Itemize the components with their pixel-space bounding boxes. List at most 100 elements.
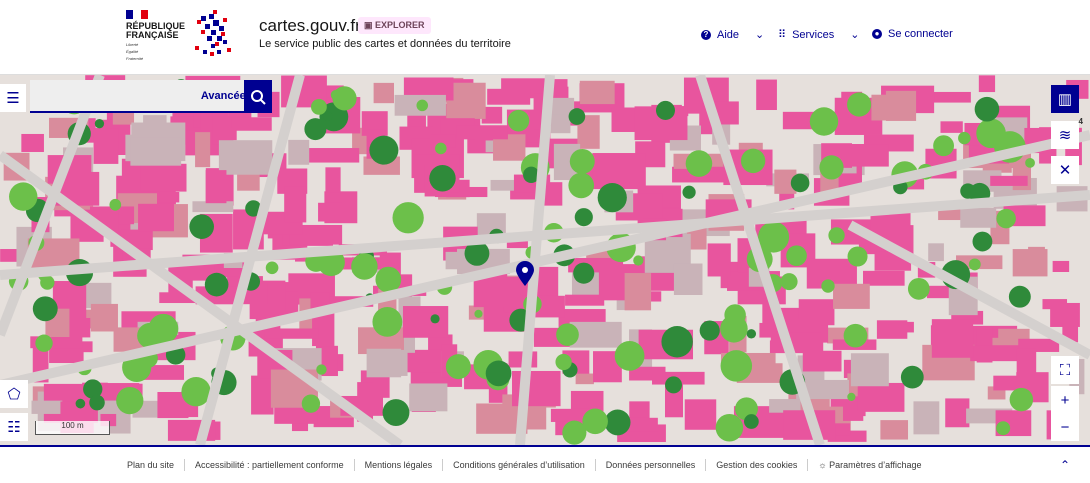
motto-1: Liberté xyxy=(126,42,139,47)
vegetation xyxy=(35,334,53,352)
vegetation xyxy=(189,214,214,239)
footer: Plan du site Accessibilité : partielleme… xyxy=(0,445,1090,483)
building-block xyxy=(205,170,227,204)
map-icon: ▥ xyxy=(1057,91,1073,108)
zoom-out-button[interactable]: − xyxy=(1051,413,1079,441)
zoom-in-button[interactable]: + xyxy=(1051,386,1079,414)
layers-button[interactable]: ≋ 4 xyxy=(1051,117,1083,149)
fullscreen-button[interactable]: ⛶ xyxy=(1051,356,1079,384)
vegetation xyxy=(685,150,713,177)
vegetation xyxy=(972,231,993,252)
list-add-icon: ☰ xyxy=(6,90,20,107)
vegetation xyxy=(974,96,1000,122)
republique-francaise-logo[interactable]: RÉPUBLIQUE FRANÇAISE Liberté Égalité Fra… xyxy=(126,10,186,61)
territories-button[interactable]: ⬠ xyxy=(0,380,28,408)
catalog-button[interactable]: ☰ xyxy=(0,84,26,112)
building-block xyxy=(990,175,1028,186)
vegetation xyxy=(573,262,595,284)
layers-icon: ≋ xyxy=(1058,127,1072,144)
vegetation xyxy=(351,253,378,280)
vegetation xyxy=(369,135,399,165)
vegetation xyxy=(699,320,720,341)
vegetation xyxy=(429,165,456,192)
building-block xyxy=(756,79,777,111)
explorer-badge: ▣ EXPLORER xyxy=(358,17,431,34)
building-block xyxy=(684,399,717,430)
nav-login[interactable]: ● Se connecter xyxy=(872,28,953,40)
search-icon xyxy=(251,89,266,105)
building-block xyxy=(970,345,1022,362)
footer-link-accessibility[interactable]: Accessibilité : partiellement conforme xyxy=(195,460,344,470)
building-block xyxy=(251,375,274,415)
vegetation xyxy=(968,258,981,271)
building-block xyxy=(31,400,63,414)
vegetation xyxy=(614,340,645,371)
footer-link-sitemap[interactable]: Plan du site xyxy=(127,460,174,470)
vegetation xyxy=(744,414,759,429)
building-block xyxy=(833,283,870,309)
nav-services[interactable]: ⠿ Services ⌄ xyxy=(778,28,860,42)
footer-link-privacy[interactable]: Données personnelles xyxy=(606,460,696,470)
vegetation xyxy=(900,365,924,389)
legend-icon: ☷ xyxy=(7,419,21,436)
vegetation xyxy=(569,148,595,174)
basemap-button[interactable]: ▥ xyxy=(1051,85,1079,113)
vegetation xyxy=(316,364,327,375)
footer-link-terms[interactable]: Conditions générales d’utilisation xyxy=(453,460,585,470)
motto-2: Égalité xyxy=(126,49,139,54)
map-canvas[interactable] xyxy=(0,75,1090,445)
vegetation xyxy=(485,360,512,387)
vegetation xyxy=(445,354,471,380)
building-block xyxy=(673,263,703,295)
vegetation xyxy=(996,208,1016,229)
building-block xyxy=(318,202,342,222)
location-pin-icon[interactable] xyxy=(515,261,535,287)
vegetation xyxy=(392,202,424,234)
vegetation xyxy=(435,142,447,155)
user-circle-icon: ● xyxy=(872,29,882,39)
vegetation xyxy=(556,323,579,346)
building-block xyxy=(928,91,971,103)
footer-link-legal[interactable]: Mentions légales xyxy=(365,460,433,470)
vegetation xyxy=(809,107,839,136)
vegetation xyxy=(682,185,696,199)
map-tiles xyxy=(0,75,1090,445)
vegetation xyxy=(847,246,868,267)
search-input[interactable]: Avancée ⌄ xyxy=(30,80,272,113)
tools-button[interactable]: ✕ xyxy=(1051,156,1079,184)
nav-aide[interactable]: ? Aide ⌄ xyxy=(701,28,764,41)
vegetation xyxy=(330,89,341,101)
vegetation xyxy=(655,100,675,120)
vegetation xyxy=(568,172,595,199)
building-block xyxy=(284,186,307,223)
search-button[interactable] xyxy=(244,80,272,113)
chevron-down-icon: ⌄ xyxy=(850,29,860,41)
building-block xyxy=(456,125,508,140)
building-block xyxy=(575,373,594,385)
footer-link-cookies[interactable]: Gestion des cookies xyxy=(716,460,797,470)
vegetation xyxy=(574,208,593,227)
vegetation xyxy=(821,279,835,293)
building-block xyxy=(960,207,997,228)
building-block xyxy=(138,203,174,232)
building-block xyxy=(130,137,182,166)
vegetation xyxy=(907,277,930,300)
building-block xyxy=(783,319,822,333)
building-block xyxy=(1016,348,1037,381)
building-block xyxy=(978,75,996,93)
building-block xyxy=(871,94,888,121)
building-block xyxy=(366,348,402,378)
vegetation xyxy=(633,255,644,266)
vegetation xyxy=(996,421,1011,436)
footer-link-display-settings[interactable]: ☼ Paramètres d’affichage xyxy=(818,460,921,470)
gov-name: RÉPUBLIQUE FRANÇAISE xyxy=(126,21,186,40)
header: RÉPUBLIQUE FRANÇAISE Liberté Égalité Fra… xyxy=(0,0,1090,75)
legend-button[interactable]: ☷ xyxy=(0,413,28,441)
vegetation xyxy=(75,398,86,409)
site-title[interactable]: cartes.gouv.fr xyxy=(259,16,361,36)
vegetation xyxy=(204,272,229,297)
question-circle-icon: ? xyxy=(701,29,711,40)
vegetation xyxy=(116,386,144,415)
chevron-up-icon[interactable]: ⌃ xyxy=(1060,458,1070,472)
layers-count: 4 xyxy=(1078,117,1083,126)
